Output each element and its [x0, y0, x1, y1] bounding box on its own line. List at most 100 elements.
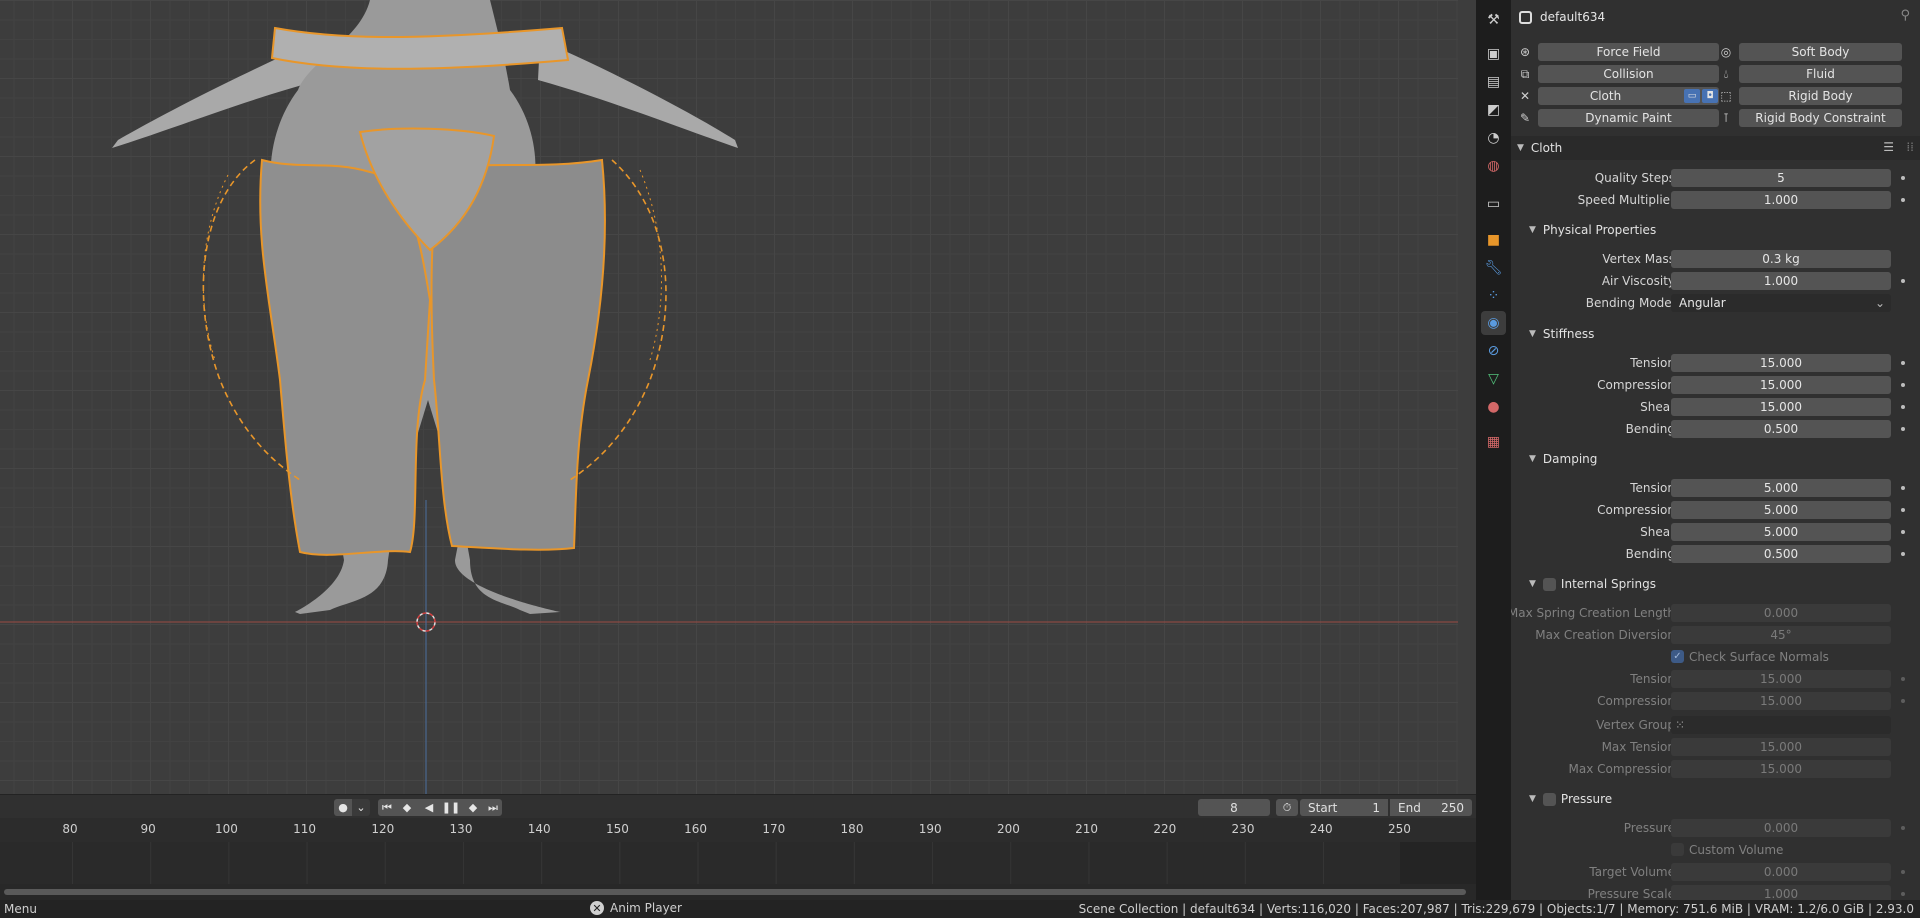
constraints-tab[interactable]: ⊘: [1481, 339, 1506, 363]
custom-volume-checkbox[interactable]: [1671, 843, 1684, 856]
viewport-display-icon[interactable]: ▭: [1684, 89, 1700, 103]
internal-springs-tension-row: Tension 15.000: [1511, 669, 1920, 689]
pressure-scale-field[interactable]: 1.000: [1671, 885, 1891, 900]
end-frame-field[interactable]: End 250: [1390, 799, 1472, 816]
close-icon[interactable]: ✕: [590, 901, 604, 915]
texture-tab[interactable]: ▦: [1481, 430, 1506, 454]
timeline-ruler[interactable]: 80 90 100 110 120 130 140 150 160 170 180 190 200 210…: [0, 818, 1476, 842]
vertex-mass-field[interactable]: 0.3 kg: [1671, 250, 1891, 268]
keyframe-dot[interactable]: [1901, 427, 1905, 431]
output-tab[interactable]: ▤: [1481, 70, 1506, 94]
keyframe-dot[interactable]: [1901, 361, 1905, 365]
stiffness-tension-field[interactable]: 15.000: [1671, 354, 1891, 372]
keyframe-dot[interactable]: [1901, 176, 1905, 180]
keyframe-dot[interactable]: [1901, 508, 1905, 512]
keyframe-dot[interactable]: [1901, 405, 1905, 409]
tool-tab[interactable]: ⚒: [1481, 8, 1506, 32]
max-creation-diversion-field[interactable]: 45°: [1671, 626, 1891, 644]
jump-end-button[interactable]: ⏭: [484, 799, 502, 816]
keyframe-dot[interactable]: [1901, 198, 1905, 202]
stiffness-header[interactable]: ▼ Stiffness: [1511, 322, 1920, 346]
object-tab[interactable]: ■: [1481, 228, 1506, 252]
damping-compression-field[interactable]: 5.000: [1671, 501, 1891, 519]
physics-tab[interactable]: ◉: [1481, 311, 1506, 335]
dynamic-paint-button[interactable]: ✎ Dynamic Paint: [1520, 109, 1719, 127]
current-frame-field[interactable]: 8: [1198, 799, 1270, 816]
remove-x-icon[interactable]: ✕: [1516, 88, 1534, 104]
rigid-body-constraint-button[interactable]: ⊺ Rigid Body Constraint: [1723, 109, 1902, 127]
presets-list-icon[interactable]: ☰: [1883, 140, 1894, 154]
cloth-panel-header[interactable]: ▼ Cloth ☰ ⁞⁞: [1511, 136, 1920, 160]
play-reverse-button[interactable]: ◀: [418, 799, 440, 816]
data-tab[interactable]: ▽: [1481, 367, 1506, 391]
stiffness-compression-field[interactable]: 15.000: [1671, 376, 1891, 394]
air-viscosity-field[interactable]: 1.000: [1671, 272, 1891, 290]
damping-header[interactable]: ▼ Damping: [1511, 447, 1920, 471]
max-spring-creation-length-field[interactable]: 0.000: [1671, 604, 1891, 622]
internal-springs-checkbox[interactable]: [1542, 577, 1556, 591]
quality-steps-field[interactable]: 5: [1671, 169, 1891, 187]
keyframe-dot[interactable]: [1901, 383, 1905, 387]
damping-bending-field[interactable]: 0.500: [1671, 545, 1891, 563]
timeline-track[interactable]: [0, 842, 1476, 884]
ruler-tick-label: 180: [840, 822, 864, 836]
internal-springs-compression-field[interactable]: 15.000: [1671, 692, 1891, 710]
ruler-tick-label: 120: [371, 822, 395, 836]
stiffness-shear-field[interactable]: 15.000: [1671, 398, 1891, 416]
check-surface-normals-checkbox[interactable]: ✓: [1671, 650, 1684, 663]
pause-button[interactable]: ❚❚: [440, 799, 462, 816]
anim-player-item[interactable]: ✕ Anim Player: [590, 901, 682, 915]
fluid-icon: 💧︎: [1723, 66, 1729, 81]
pressure-field[interactable]: 0.000: [1671, 819, 1891, 837]
3d-viewport[interactable]: [0, 0, 1458, 794]
keyframe-dot[interactable]: [1901, 530, 1905, 534]
world-tab[interactable]: ◍: [1481, 154, 1506, 178]
stiffness-shear-row: Shear 15.000: [1511, 397, 1920, 417]
keyframe-dot[interactable]: [1901, 486, 1905, 490]
physical-properties-header[interactable]: ▼ Physical Properties: [1511, 218, 1920, 242]
speed-multiplier-field[interactable]: 1.000: [1671, 191, 1891, 209]
keying-dropdown[interactable]: ⌄: [352, 799, 370, 816]
bending-model-dropdown[interactable]: Angular ⌄: [1671, 294, 1891, 312]
next-keyframe-button[interactable]: ◆: [462, 799, 484, 816]
view-layer-tab[interactable]: ◩: [1481, 98, 1506, 122]
drag-handle-icon[interactable]: ⁞⁞: [1906, 140, 1914, 154]
keyframe-record-button[interactable]: ●: [334, 799, 352, 816]
max-tension-field[interactable]: 15.000: [1671, 738, 1891, 756]
menu-label[interactable]: Menu: [4, 902, 37, 916]
soft-body-button[interactable]: ◎ Soft Body: [1721, 43, 1902, 61]
cloth-button[interactable]: ✕ Cloth ▭ ◘: [1520, 87, 1719, 105]
max-compression-field[interactable]: 15.000: [1671, 760, 1891, 778]
image-stack-icon: ◩: [1486, 102, 1501, 118]
collision-button[interactable]: ⧉ Collision: [1521, 65, 1719, 83]
internal-springs-header[interactable]: ▼ Internal Springs: [1511, 572, 1920, 596]
collection-tab[interactable]: ▭: [1481, 192, 1506, 216]
pressure-header[interactable]: ▼ Pressure: [1511, 787, 1920, 811]
vertex-group-field[interactable]: ⁙: [1671, 716, 1891, 734]
stopwatch-icon[interactable]: ⏱: [1276, 799, 1298, 816]
force-field-button[interactable]: ⊛ Force Field: [1520, 43, 1719, 61]
fluid-button[interactable]: 💧︎ Fluid: [1724, 65, 1902, 83]
chevron-down-icon: ⌄: [1874, 296, 1885, 310]
keyframe-dot[interactable]: [1901, 552, 1905, 556]
start-frame-field[interactable]: Start 1: [1300, 799, 1388, 816]
soft-body-icon: ◎: [1720, 45, 1732, 59]
target-volume-field[interactable]: 0.000: [1671, 863, 1891, 881]
pin-icon[interactable]: ⚲: [1900, 8, 1910, 23]
render-camera-icon[interactable]: ◘: [1702, 89, 1718, 103]
rigid-body-button[interactable]: ⬚ Rigid Body: [1720, 87, 1902, 105]
stiffness-bending-field[interactable]: 0.500: [1671, 420, 1891, 438]
jump-start-button[interactable]: ⏮: [378, 799, 396, 816]
scene-tab[interactable]: ◔: [1481, 126, 1506, 150]
damping-shear-field[interactable]: 5.000: [1671, 523, 1891, 541]
keyframe-dot[interactable]: [1901, 279, 1905, 283]
material-tab[interactable]: ●: [1481, 395, 1506, 419]
prev-keyframe-button[interactable]: ◆: [396, 799, 418, 816]
timeline-scrollbar[interactable]: [0, 884, 1476, 900]
pressure-checkbox[interactable]: [1542, 792, 1556, 806]
modifier-tab[interactable]: 🔧︎: [1481, 256, 1506, 280]
particles-tab[interactable]: ⁘: [1481, 284, 1506, 308]
damping-tension-field[interactable]: 5.000: [1671, 479, 1891, 497]
internal-springs-tension-field[interactable]: 15.000: [1671, 670, 1891, 688]
render-tab[interactable]: ▣: [1481, 42, 1506, 66]
